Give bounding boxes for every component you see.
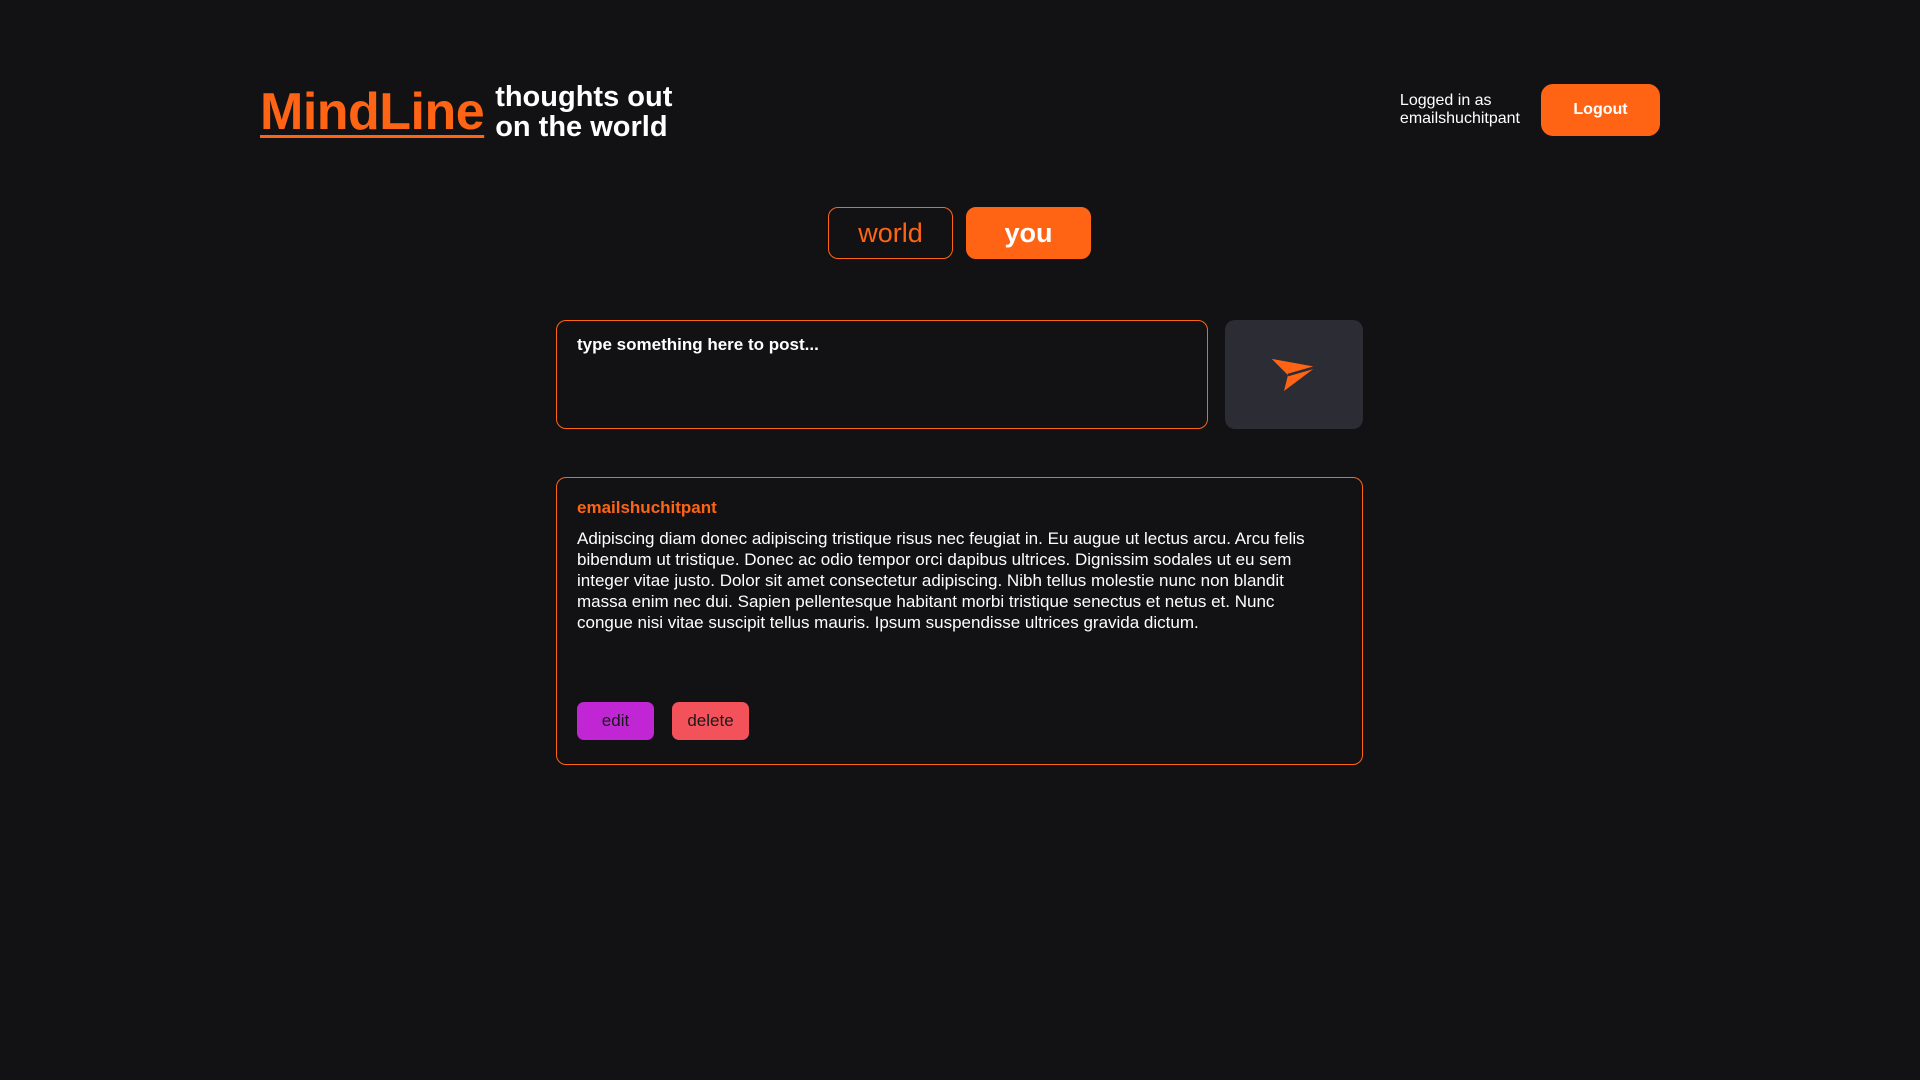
post-body: Adipiscing diam donec adipiscing tristiq… <box>577 529 1305 632</box>
post-author: emailshuchitpant <box>577 498 717 517</box>
brand: MindLine thoughts out on the world <box>260 82 672 142</box>
page: MindLine thoughts out on the world Logge… <box>0 0 1920 1080</box>
brand-logo[interactable]: MindLine <box>260 82 485 142</box>
tagline-line-2: on the world <box>495 111 668 143</box>
send-post-button[interactable] <box>1225 320 1363 429</box>
edit-button[interactable]: edit <box>577 702 654 740</box>
logged-in-username: emailshuchitpant <box>1399 110 1520 127</box>
user-area: Logged in as emailshuchitpant Logout <box>1400 84 1660 136</box>
brand-tagline: thoughts out on the world <box>495 82 672 142</box>
post-composer <box>556 320 1208 429</box>
logged-in-status: Logged in as emailshuchitpant <box>1400 92 1520 128</box>
tagline-line-1: thoughts out <box>495 81 673 113</box>
tab-you[interactable]: you <box>966 207 1091 259</box>
post-card: emailshuchitpant Adipiscing diam donec a… <box>556 477 1363 765</box>
paper-plane-icon <box>1272 358 1317 391</box>
tab-world[interactable]: world <box>828 207 953 259</box>
feed-tabs: world you <box>828 207 1091 259</box>
delete-button[interactable]: delete <box>672 702 749 740</box>
logged-in-label: Logged in as <box>1399 92 1492 109</box>
logout-button[interactable]: Logout <box>1541 84 1660 136</box>
post-input[interactable] <box>577 335 1187 414</box>
post-actions: edit delete <box>577 702 749 740</box>
